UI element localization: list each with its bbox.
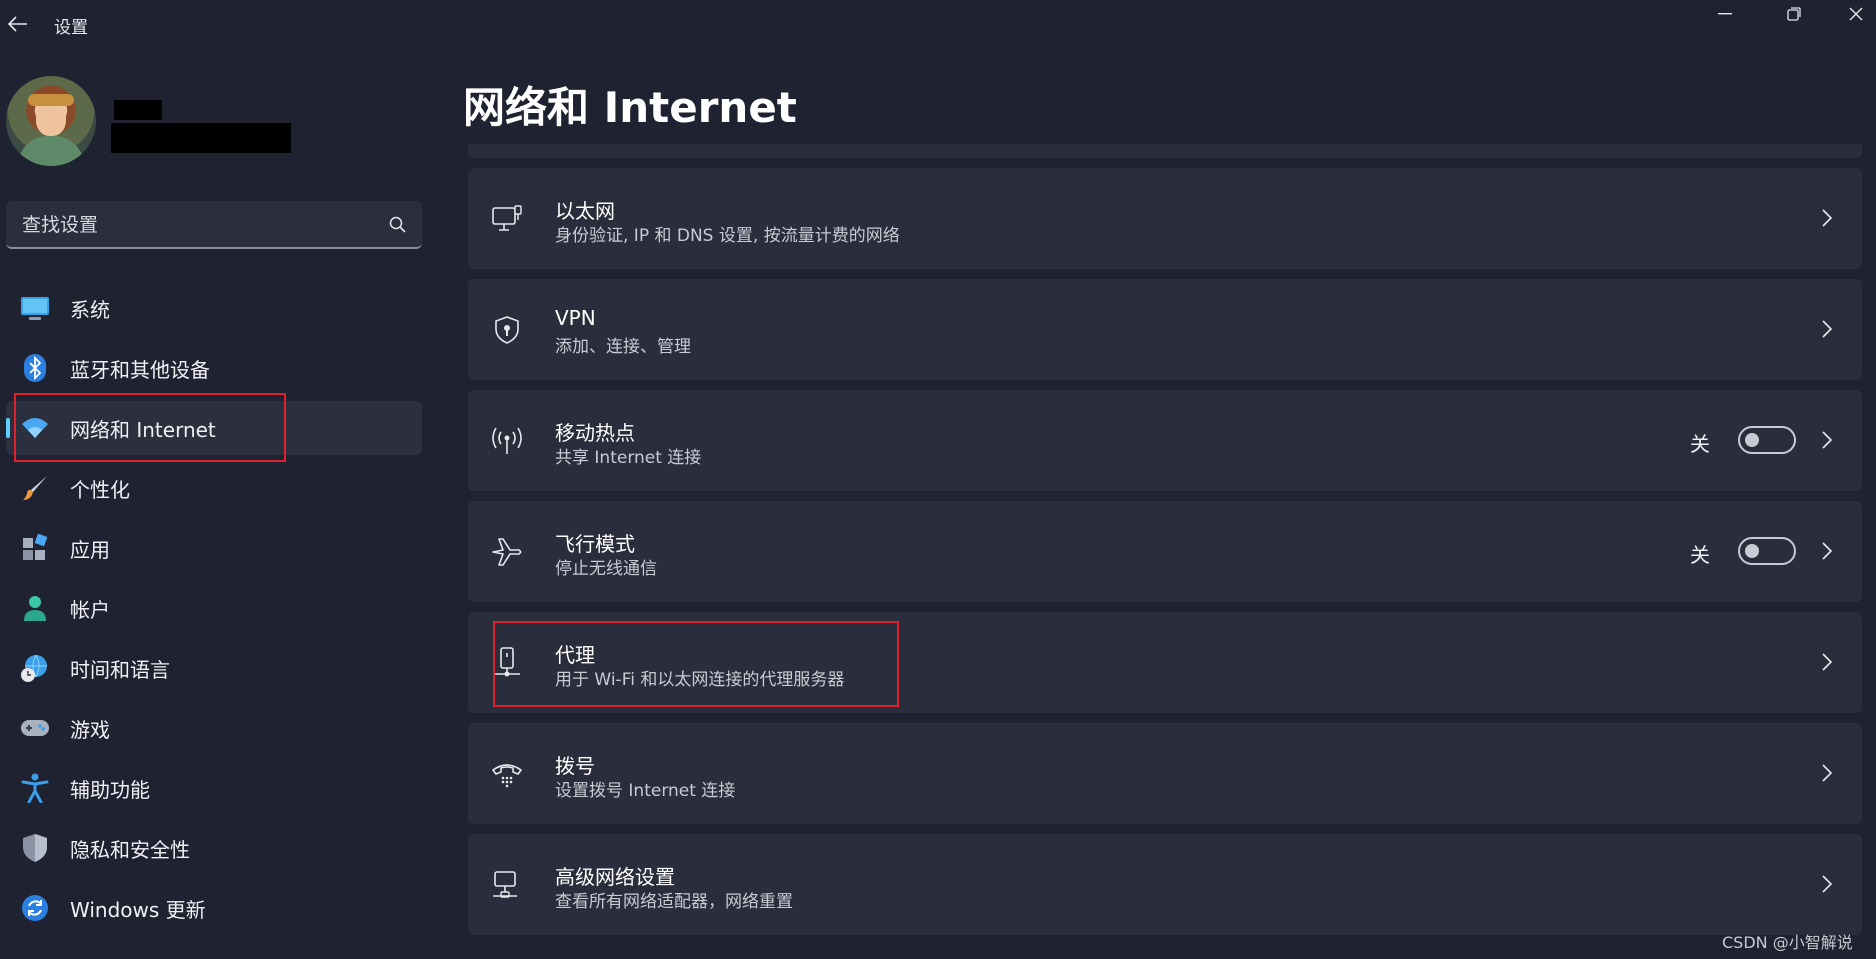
card-description: 身份验证, IP 和 DNS 设置, 按流量计费的网络 (555, 226, 900, 246)
card-dial-up[interactable]: 拨号 设置拨号 Internet 连接 (468, 723, 1862, 824)
chevron-right-icon (1818, 317, 1836, 341)
highlight-box-network (14, 393, 286, 462)
toggle-knob (1745, 544, 1759, 558)
active-indicator (6, 418, 10, 438)
apps-icon (20, 533, 50, 563)
account-icon (20, 593, 50, 623)
hotspot-toggle[interactable] (1738, 426, 1796, 454)
close-button[interactable] (1836, 0, 1876, 28)
avatar[interactable] (6, 76, 96, 166)
search-box[interactable] (6, 201, 422, 249)
sidebar-item-windows-update[interactable]: Windows 更新 (6, 881, 422, 935)
sidebar-item-accessibility[interactable]: 辅助功能 (6, 761, 422, 815)
airplane-mode-toggle[interactable] (1738, 537, 1796, 565)
chevron-right-icon (1818, 428, 1836, 452)
profile-email-redacted (111, 123, 291, 153)
sidebar-nav: 系统 蓝牙和其他设备 网络和 Internet 个性化 应用 帐户 时间和语言 … (6, 281, 422, 941)
vpn-shield-icon (490, 313, 524, 347)
ethernet-icon (490, 202, 524, 236)
restore-icon (1787, 7, 1801, 21)
chevron-right-icon (1818, 872, 1836, 896)
card-ethernet[interactable]: 以太网 身份验证, IP 和 DNS 设置, 按流量计费的网络 (468, 168, 1862, 269)
highlight-box-proxy (493, 621, 899, 707)
card-mobile-hotspot[interactable]: 移动热点 共享 Internet 连接 关 (468, 390, 1862, 491)
sidebar-item-time-language[interactable]: 时间和语言 (6, 641, 422, 695)
previous-card-edge (468, 144, 1862, 158)
advanced-network-icon (490, 868, 524, 902)
card-description: 查看所有网络适配器，网络重置 (555, 892, 793, 912)
card-title: VPN (555, 306, 596, 330)
card-vpn[interactable]: VPN 添加、连接、管理 (468, 279, 1862, 380)
toggle-knob (1745, 433, 1759, 447)
watermark: CSDN @小智解说 (1722, 933, 1853, 952)
brush-icon (20, 473, 50, 503)
card-title: 以太网 (555, 199, 615, 223)
card-description: 共享 Internet 连接 (555, 448, 702, 468)
search-input[interactable] (20, 212, 384, 238)
minimize-icon (1718, 13, 1732, 15)
card-advanced-network-settings[interactable]: 高级网络设置 查看所有网络适配器，网络重置 (468, 834, 1862, 935)
card-title: 高级网络设置 (555, 865, 675, 889)
profile-name-redacted (114, 100, 162, 120)
sidebar-item-gaming[interactable]: 游戏 (6, 701, 422, 755)
sidebar-item-label: 个性化 (70, 477, 130, 502)
chevron-right-icon (1818, 539, 1836, 563)
sidebar-item-accounts[interactable]: 帐户 (6, 581, 422, 635)
title-bar: 设置 (0, 0, 1876, 48)
toggle-state-label: 关 (1690, 432, 1710, 456)
chevron-right-icon (1818, 761, 1836, 785)
card-description: 停止无线通信 (555, 559, 657, 579)
sidebar-item-label: 蓝牙和其他设备 (70, 357, 210, 382)
sidebar-item-label: 辅助功能 (70, 777, 150, 802)
search-icon[interactable] (388, 215, 408, 235)
sidebar-item-label: 游戏 (70, 717, 110, 742)
sidebar-item-personalization[interactable]: 个性化 (6, 461, 422, 515)
sidebar-item-label: 时间和语言 (70, 657, 170, 682)
airplane-icon (490, 535, 524, 569)
sidebar-item-label: 隐私和安全性 (70, 837, 190, 862)
card-title: 飞行模式 (555, 532, 635, 556)
gamepad-icon (20, 713, 50, 743)
settings-card-list: 以太网 身份验证, IP 和 DNS 设置, 按流量计费的网络 VPN 添加、连… (468, 168, 1862, 945)
card-description: 添加、连接、管理 (555, 337, 691, 357)
card-title: 移动热点 (555, 421, 635, 445)
monitor-icon (20, 293, 50, 323)
minimize-button[interactable] (1695, 0, 1755, 28)
sidebar-item-apps[interactable]: 应用 (6, 521, 422, 575)
page-title: 网络和 Internet (463, 83, 797, 132)
chevron-right-icon (1818, 650, 1836, 674)
card-title: 拨号 (555, 754, 595, 778)
accessibility-icon (20, 773, 50, 803)
sidebar-item-label: Windows 更新 (70, 897, 206, 922)
card-airplane-mode[interactable]: 飞行模式 停止无线通信 关 (468, 501, 1862, 602)
chevron-right-icon (1818, 206, 1836, 230)
toggle-state-label: 关 (1690, 543, 1710, 567)
globe-clock-icon (20, 653, 50, 683)
app-title: 设置 (54, 18, 88, 38)
sidebar-item-label: 应用 (70, 537, 110, 562)
hotspot-icon (490, 424, 524, 458)
close-icon (1849, 7, 1863, 21)
update-icon (20, 893, 50, 923)
restore-button[interactable] (1764, 0, 1824, 28)
shield-icon (20, 833, 50, 863)
sidebar-item-system[interactable]: 系统 (6, 281, 422, 335)
back-arrow-icon (8, 16, 27, 32)
back-button[interactable] (4, 10, 32, 38)
sidebar-item-bluetooth[interactable]: 蓝牙和其他设备 (6, 341, 422, 395)
sidebar-item-label: 帐户 (70, 597, 110, 622)
bluetooth-icon (20, 353, 50, 383)
card-description: 设置拨号 Internet 连接 (555, 781, 736, 801)
dialup-icon (490, 757, 524, 791)
sidebar-item-label: 系统 (70, 297, 110, 322)
sidebar-item-privacy[interactable]: 隐私和安全性 (6, 821, 422, 875)
